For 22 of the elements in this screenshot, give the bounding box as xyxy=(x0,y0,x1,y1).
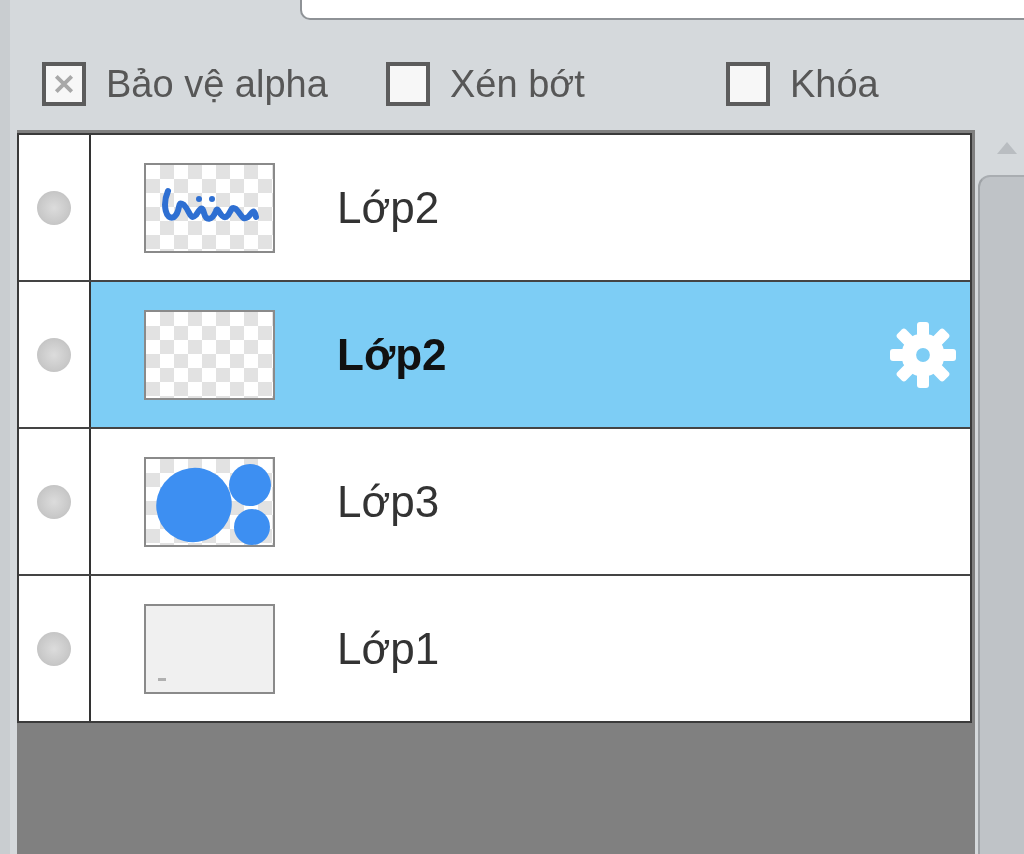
checkbox[interactable] xyxy=(726,62,770,106)
checkbox[interactable] xyxy=(386,62,430,106)
layer-row[interactable]: Lớp2 xyxy=(19,280,970,427)
checkbox[interactable] xyxy=(42,62,86,106)
layer-name: Lớp3 xyxy=(337,476,441,527)
dot-icon[interactable] xyxy=(37,484,71,519)
layer-name: Lớp2 xyxy=(337,182,441,233)
dot-icon[interactable] xyxy=(37,190,71,225)
cross-icon xyxy=(53,73,75,95)
layer-name: Lớp1 xyxy=(337,623,441,674)
dot-icon[interactable] xyxy=(37,337,71,372)
scrollbar-thumb[interactable] xyxy=(978,175,1024,854)
checkbox-label[interactable]: Xén bớt xyxy=(450,62,585,106)
dot-icon[interactable] xyxy=(37,631,71,666)
checkbox-label[interactable]: Khóa xyxy=(790,62,879,106)
settings-icon[interactable] xyxy=(890,321,956,388)
dropdown-field[interactable] xyxy=(300,0,1024,20)
layer-row[interactable]: Lớp3 xyxy=(19,427,970,574)
layer-row[interactable]: Lớp1 xyxy=(19,574,970,721)
scroll-up-arrow-icon[interactable] xyxy=(996,142,1017,154)
layer-name: Lớp2 xyxy=(337,329,448,380)
checkbox-label[interactable]: Bảo vệ alpha xyxy=(106,62,328,106)
